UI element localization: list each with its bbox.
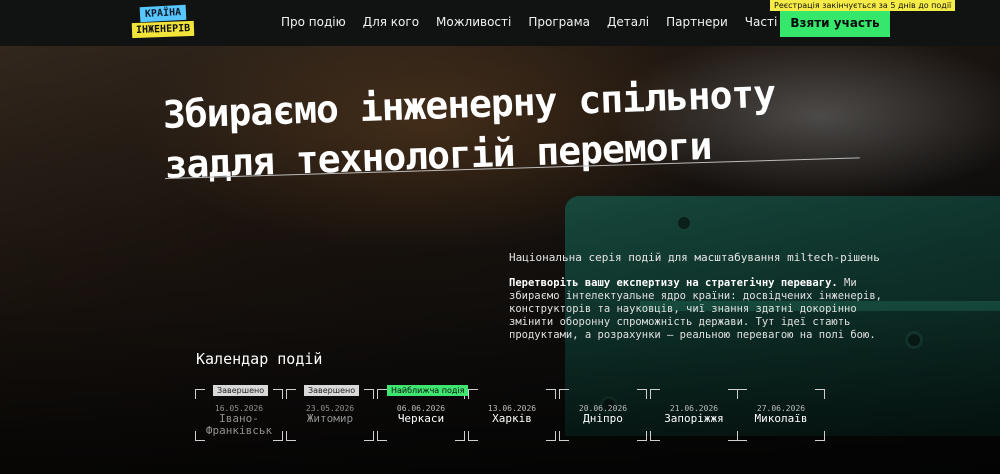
corner-decoration xyxy=(546,431,556,441)
event-calendar: Завершено 16.05.2026 Івано-Франківськ За… xyxy=(195,385,825,441)
event-city: Дніпро xyxy=(583,412,623,425)
registration-tip: Реєстрація закінчується за 5 днів до под… xyxy=(770,0,956,11)
corner-decoration xyxy=(546,389,556,399)
corner-decoration xyxy=(559,389,569,399)
event-card[interactable]: 21.06.2026 Запоріжжя xyxy=(650,389,738,441)
event-card[interactable]: 20.06.2026 Дніпро xyxy=(559,389,647,441)
main-nav: Про подію Для кого Можливості Програма Д… xyxy=(281,15,851,29)
corner-decoration xyxy=(737,431,747,441)
nav-program[interactable]: Програма xyxy=(528,15,590,29)
corner-decoration xyxy=(650,389,660,399)
corner-decoration xyxy=(637,431,647,441)
logo-line1: КРАЇНА xyxy=(139,4,187,23)
corner-decoration xyxy=(737,389,747,399)
event-card[interactable]: Завершено 23.05.2026 Житомир xyxy=(286,385,374,441)
event-card[interactable]: 27.06.2026 Миколаїв xyxy=(737,389,825,441)
status-badge: Завершено xyxy=(213,385,269,396)
event-card[interactable]: 13.06.2026 Харків xyxy=(468,389,556,441)
event-city: Харків xyxy=(492,412,532,425)
top-bar: КРАЇНА ІНЖЕНЕРІВ Про подію Для кого Можл… xyxy=(0,0,1000,46)
hero-description: Перетворіть вашу експертизу на стратегіч… xyxy=(509,277,899,342)
hero-subtitle: Національна серія подій для масштабуванн… xyxy=(509,251,880,264)
corner-decoration xyxy=(815,389,825,399)
corner-decoration xyxy=(455,431,465,441)
hero-description-bold: Перетворіть вашу експертизу на стратегіч… xyxy=(509,277,838,289)
logo[interactable]: КРАЇНА ІНЖЕНЕРІВ xyxy=(131,4,198,39)
logo-line2: ІНЖЕНЕРІВ xyxy=(131,20,195,39)
status-badge: Завершено xyxy=(304,385,360,396)
event-city: Івано-Франківськ xyxy=(205,412,273,437)
hero-title: Збираємо інженерну спільноту задля техно… xyxy=(162,69,778,190)
event-city: Житомир xyxy=(306,412,354,425)
corner-decoration xyxy=(815,431,825,441)
corner-decoration xyxy=(364,389,374,399)
calendar-title: Календар подій xyxy=(196,350,323,368)
nav-opportunities[interactable]: Можливості xyxy=(436,15,511,29)
corner-decoration xyxy=(559,431,569,441)
join-button[interactable]: Взяти участь xyxy=(780,9,890,37)
nav-details[interactable]: Деталі xyxy=(607,15,649,29)
nav-audience[interactable]: Для кого xyxy=(363,15,419,29)
corner-decoration xyxy=(273,389,283,399)
event-card[interactable]: Найближча подія 06.06.2026 Черкаси xyxy=(377,385,469,441)
corner-decoration xyxy=(377,431,387,441)
event-card[interactable]: Завершено 16.05.2026 Івано-Франківськ xyxy=(195,385,283,441)
nav-partners[interactable]: Партнери xyxy=(666,15,728,29)
status-badge: Найближча подія xyxy=(387,385,469,396)
event-city: Миколаїв xyxy=(754,412,808,425)
event-city: Черкаси xyxy=(397,412,445,425)
corner-decoration xyxy=(364,431,374,441)
corner-decoration xyxy=(468,389,478,399)
corner-decoration xyxy=(377,389,387,399)
corner-decoration xyxy=(195,389,205,399)
corner-decoration xyxy=(286,431,296,441)
corner-decoration xyxy=(468,431,478,441)
corner-decoration xyxy=(286,389,296,399)
corner-decoration xyxy=(637,389,647,399)
event-city: Запоріжжя xyxy=(664,412,724,425)
corner-decoration xyxy=(650,431,660,441)
nav-about[interactable]: Про подію xyxy=(281,15,346,29)
